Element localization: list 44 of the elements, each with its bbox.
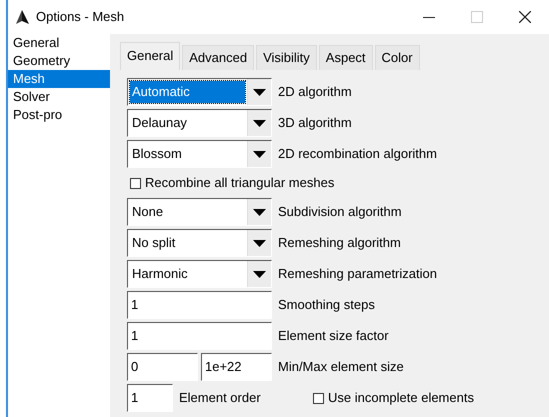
tab[interactable]: Aspect [318,45,373,70]
dropdown[interactable]: Automatic [127,78,272,106]
dropdown[interactable]: Blossom [127,140,272,168]
checkbox[interactable] [313,392,324,404]
tab[interactable]: Color [374,45,420,70]
close-button[interactable] [519,11,531,23]
dropdown-arrow-icon [253,120,266,126]
dropdown-arrow-icon [253,240,266,246]
tab[interactable]: Advanced [182,45,254,70]
field-label: Subdivision algorithm [278,203,402,222]
dropdown-arrow-icon [253,208,266,216]
dropdown[interactable]: Delaunay [127,109,272,137]
sidebar-item[interactable]: Geometry [8,52,110,70]
field-label: 2D algorithm [278,83,352,102]
dropdown[interactable]: None [127,198,272,226]
app-icon [14,10,30,24]
input-field[interactable]: 1 [127,384,173,412]
sidebar-item[interactable]: Post-pro [8,106,110,124]
dropdown-arrow-icon [253,150,266,158]
input-field[interactable]: 1 [127,322,272,350]
field-label: Remeshing parametrization [278,265,437,284]
dropdown-arrow-icon [253,88,266,96]
sidebar-item[interactable]: Solver [8,88,110,106]
input-field[interactable]: 1e+22 [201,353,272,381]
window-title: Options - Mesh [36,8,124,26]
sidebar-item[interactable]: General [8,34,110,52]
checkbox[interactable] [130,178,141,188]
field-label: 2D recombination algorithm [278,145,437,164]
field-label: Min/Max element size [278,358,404,376]
dropdown[interactable]: No split [127,229,272,257]
field-label: Remeshing algorithm [278,234,401,252]
sidebar-item[interactable]: Mesh [8,70,110,88]
input-field[interactable]: 0 [127,353,198,381]
field-label: 3D algorithm [278,114,352,132]
dropdown-arrow-icon [253,270,266,278]
checkbox-label: Recombine all triangular meshes [145,174,334,192]
checkbox-label: Use incomplete elements [328,389,474,408]
field-label: Element size factor [278,327,389,346]
field-label: Element order [179,389,262,408]
tab[interactable]: Visibility [256,45,317,70]
tab[interactable]: General [120,42,180,70]
input-field[interactable]: 1 [127,291,272,319]
dropdown[interactable]: Harmonic [127,260,272,288]
field-label: Smoothing steps [278,296,375,314]
